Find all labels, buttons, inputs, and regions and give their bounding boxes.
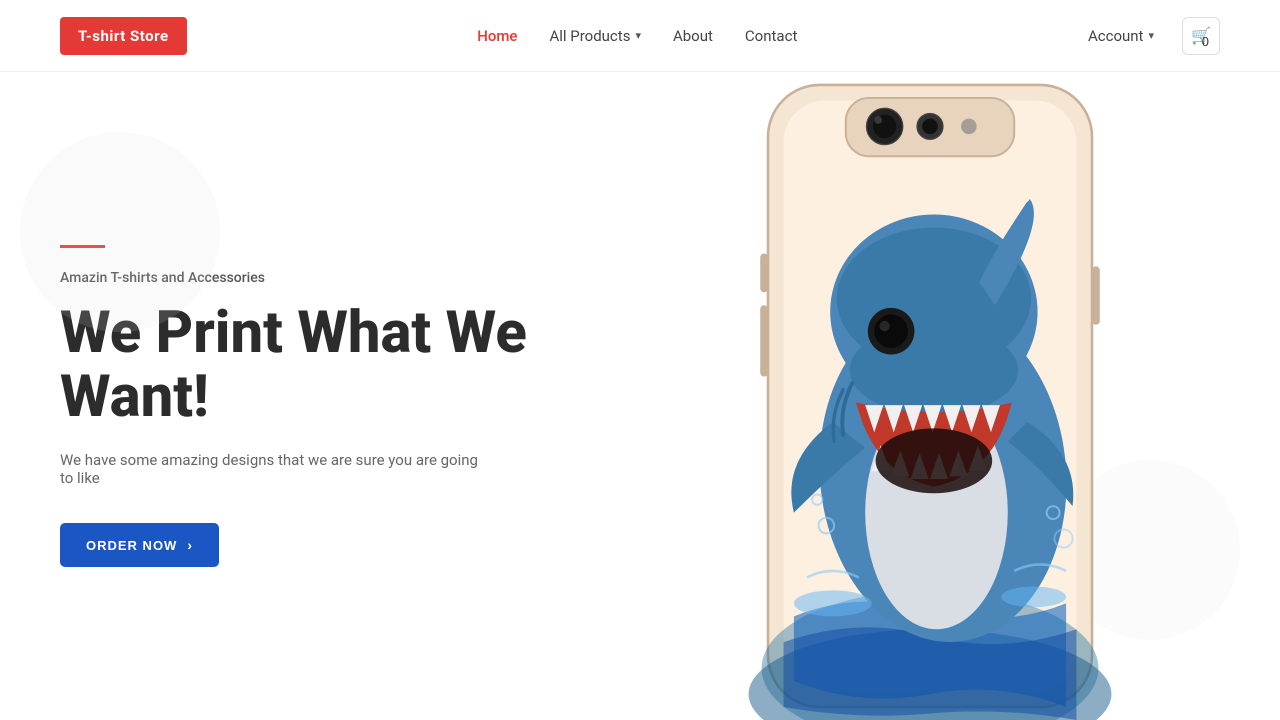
hero-description: We have some amazing designs that we are…: [60, 451, 490, 487]
nav-about[interactable]: About: [673, 27, 713, 45]
nav-account[interactable]: Account ▾: [1088, 27, 1154, 45]
nav-all-products[interactable]: All Products ▾: [549, 27, 641, 45]
order-now-button[interactable]: ORDER NOW ›: [60, 523, 219, 567]
hero-section: Amazin T-shirts and Accessories We Print…: [0, 72, 1280, 720]
products-dropdown-arrow: ▾: [635, 29, 641, 42]
site-logo[interactable]: T-shirt Store: [60, 17, 187, 55]
cart-button[interactable]: 🛒 0: [1182, 17, 1220, 55]
nav-contact[interactable]: Contact: [745, 27, 797, 45]
cart-count: 0: [1202, 34, 1209, 49]
site-header: T-shirt Store Home All Products ▾ About …: [0, 0, 1280, 72]
bg-decoration-top: [20, 132, 220, 332]
nav-right: Account ▾ 🛒 0: [1088, 17, 1220, 55]
cta-arrow-icon: ›: [187, 537, 193, 553]
phone-case-svg: [640, 72, 1220, 720]
nav-home[interactable]: Home: [477, 27, 517, 45]
main-nav: Home All Products ▾ About Contact: [477, 27, 797, 45]
hero-product-image: [640, 72, 1220, 720]
account-dropdown-arrow: ▾: [1148, 29, 1154, 42]
